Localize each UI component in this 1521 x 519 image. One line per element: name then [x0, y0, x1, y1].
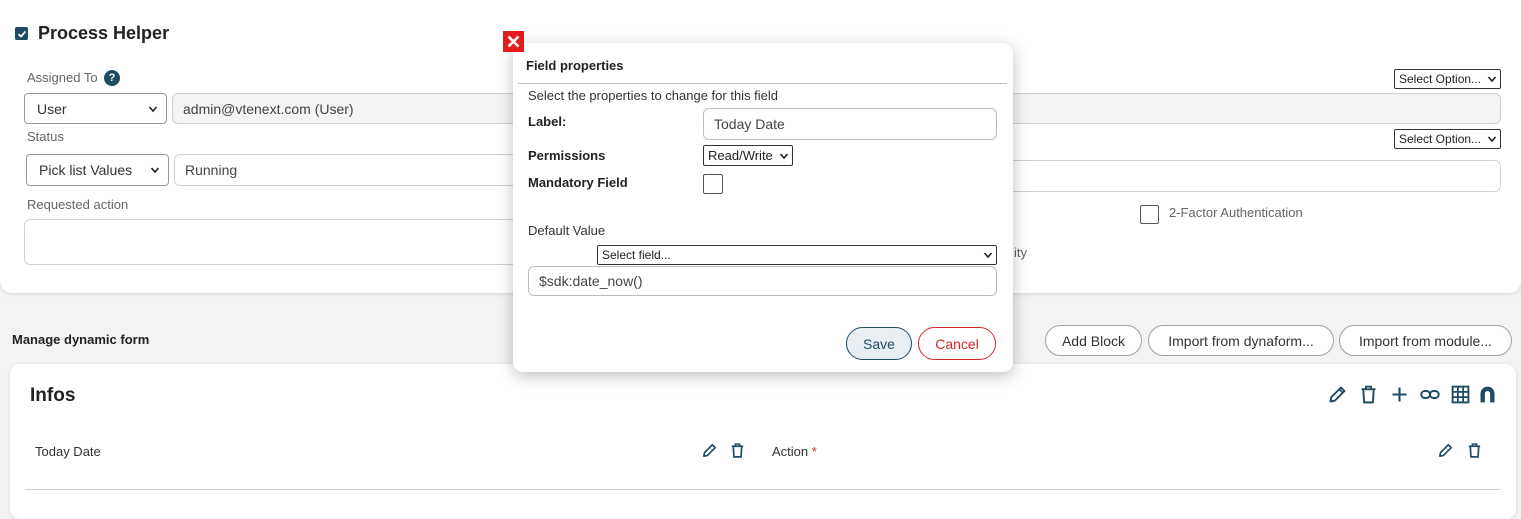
default-value-text: $sdk:date_now()	[539, 273, 643, 289]
mandatory-caption: Mandatory Field	[528, 175, 628, 190]
two-factor-label: 2-Factor Authentication	[1169, 205, 1303, 220]
permissions-select[interactable]: Read/Write	[703, 145, 793, 166]
right-option-select-1[interactable]: Select Option...	[1394, 69, 1501, 89]
delete-field-trash-icon[interactable]	[1466, 442, 1483, 459]
modal-title-divider	[518, 83, 1007, 84]
process-helper-title: Process Helper	[38, 23, 170, 43]
chevron-down-icon	[779, 152, 789, 159]
assigned-type-select[interactable]: User	[24, 93, 167, 124]
assigned-to-label: Assigned To	[27, 70, 98, 85]
mandatory-checkbox[interactable]	[703, 174, 723, 194]
status-value: Running	[185, 162, 238, 178]
add-field-plus-icon[interactable]	[1389, 384, 1410, 405]
select-field-dropdown[interactable]: Select field...	[597, 245, 997, 265]
import-module-button[interactable]: Import from module...	[1339, 325, 1512, 356]
edit-block-pencil-icon[interactable]	[1327, 384, 1348, 405]
import-dynaform-button[interactable]: Import from dynaform...	[1148, 325, 1334, 356]
requested-action-textarea[interactable]	[24, 219, 513, 265]
assigned-to-value: admin@vtenext.com (User)	[183, 100, 354, 117]
link-icon[interactable]	[1419, 384, 1441, 405]
edit-field-pencil-icon[interactable]	[701, 442, 718, 459]
chevron-down-icon	[1487, 76, 1497, 83]
field-action-label: Action *	[772, 444, 817, 459]
status-label: Status	[27, 129, 64, 144]
label-caption: Label:	[528, 114, 567, 129]
right-option-select-2-value: Select Option...	[1399, 132, 1482, 146]
default-value-caption: Default Value	[528, 223, 606, 238]
partial-label: ity	[1014, 245, 1027, 260]
two-factor-checkbox[interactable]	[1140, 205, 1159, 224]
chevron-down-icon	[150, 167, 160, 174]
assigned-to-field-right[interactable]	[1013, 93, 1501, 124]
delete-block-trash-icon[interactable]	[1358, 384, 1379, 405]
default-value-input[interactable]: $sdk:date_now()	[528, 266, 997, 296]
status-type-value: Pick list Values	[39, 162, 133, 178]
field-today-date-label: Today Date	[35, 444, 101, 459]
delete-field-trash-icon[interactable]	[729, 442, 746, 459]
add-block-button[interactable]: Add Block	[1045, 325, 1142, 356]
assigned-to-field[interactable]: admin@vtenext.com (User)	[172, 93, 513, 124]
cancel-button[interactable]: Cancel	[918, 327, 996, 360]
close-x-glyph	[507, 35, 520, 48]
mandatory-asterisk: *	[811, 444, 817, 459]
infos-block-card	[10, 364, 1516, 519]
help-icon[interactable]: ?	[104, 70, 120, 86]
chevron-down-icon	[148, 105, 158, 112]
magnet-icon[interactable]	[1477, 384, 1498, 405]
status-type-select[interactable]: Pick list Values	[26, 154, 169, 186]
table-grid-icon[interactable]	[1450, 384, 1471, 405]
checkmark-icon	[17, 30, 26, 38]
label-input-value: Today Date	[714, 116, 785, 132]
infos-block-title: Infos	[30, 385, 76, 406]
manage-dynamic-form-title: Manage dynamic form	[12, 332, 150, 347]
field-action-text: Action	[772, 444, 809, 459]
right-option-select-2[interactable]: Select Option...	[1394, 129, 1501, 149]
permissions-caption: Permissions	[528, 148, 606, 163]
edit-field-pencil-icon[interactable]	[1437, 442, 1454, 459]
status-field[interactable]: Running	[174, 154, 513, 186]
requested-action-label: Requested action	[27, 197, 129, 212]
modal-title: Field properties	[526, 58, 624, 73]
chevron-down-icon	[1487, 136, 1497, 143]
save-button[interactable]: Save	[846, 327, 912, 360]
modal-subtitle: Select the properties to change for this…	[528, 88, 779, 103]
assigned-type-value: User	[37, 100, 67, 117]
chevron-down-icon	[983, 252, 993, 259]
close-icon[interactable]	[503, 31, 524, 52]
status-field-right[interactable]	[1013, 160, 1501, 192]
permissions-select-value: Read/Write	[708, 148, 773, 163]
label-input[interactable]: Today Date	[703, 108, 997, 140]
select-field-value: Select field...	[602, 248, 671, 262]
process-helper-checkbox[interactable]	[15, 27, 28, 40]
infos-divider	[25, 489, 1500, 490]
right-option-select-1-value: Select Option...	[1399, 72, 1482, 86]
